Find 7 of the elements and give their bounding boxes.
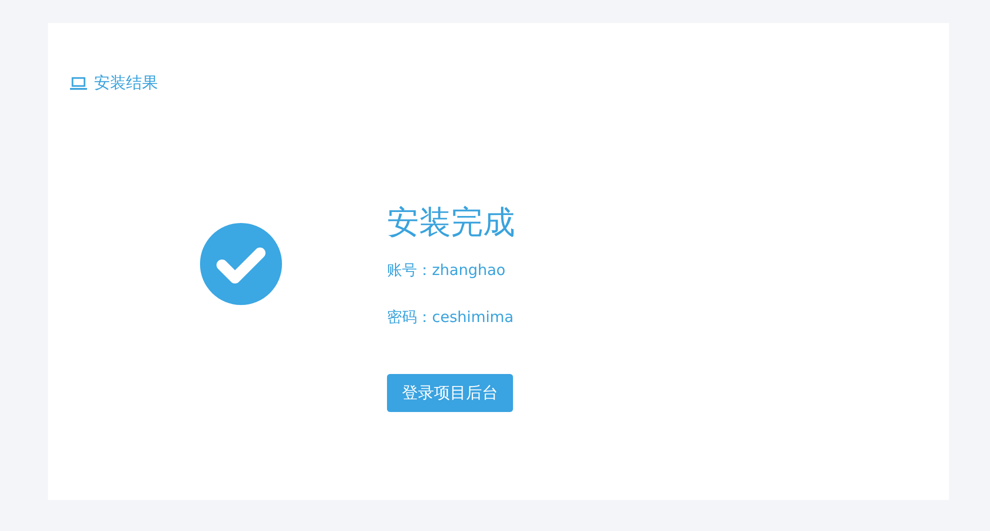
credential-text: 账号：zhanghao [387, 260, 506, 280]
check-circle-icon [200, 223, 282, 305]
login-button[interactable]: 登录项目后台 [387, 374, 513, 412]
credential-text: 密码：ceshimima [387, 307, 514, 327]
laptop-icon [70, 76, 87, 90]
section-title: 安装结果 [94, 72, 158, 94]
result-title: 安装完成 [387, 202, 515, 242]
